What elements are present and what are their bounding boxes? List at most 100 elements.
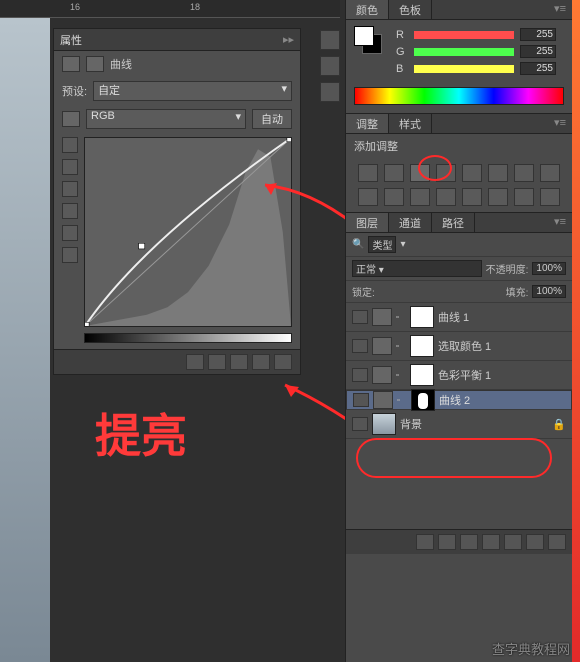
threshold-icon[interactable] xyxy=(488,188,508,206)
prev-state-icon[interactable] xyxy=(208,354,226,370)
eyedropper-black-icon[interactable] xyxy=(62,137,78,153)
flyout-icon[interactable]: ▾≡ xyxy=(548,0,572,19)
layer-row[interactable]: ⬞ 选取颜色 1 xyxy=(346,332,572,361)
posterize-icon[interactable] xyxy=(462,188,482,206)
tab-styles[interactable]: 样式 xyxy=(389,114,432,133)
properties-header[interactable]: 属性 ▸▸ xyxy=(54,29,300,51)
layer-name[interactable]: 背景 xyxy=(400,416,422,432)
eye-icon[interactable] xyxy=(353,393,369,407)
canvas-image[interactable] xyxy=(0,18,50,662)
pencil-icon[interactable] xyxy=(62,225,78,241)
brightness-icon[interactable] xyxy=(358,164,378,182)
hue-icon[interactable] xyxy=(488,164,508,182)
smooth-icon[interactable] xyxy=(62,247,78,263)
mask-icon[interactable] xyxy=(460,534,478,550)
dock-icon[interactable] xyxy=(320,30,340,50)
invert-icon[interactable] xyxy=(436,188,456,206)
tab-layers[interactable]: 图层 xyxy=(346,213,389,232)
eyedropper-gray-icon[interactable] xyxy=(62,159,78,175)
layer-thumb[interactable] xyxy=(372,413,396,435)
eyedropper-icon[interactable] xyxy=(62,111,80,127)
new-adjust-icon[interactable] xyxy=(482,534,500,550)
levels-icon[interactable] xyxy=(384,164,404,182)
filter-type-icon[interactable] xyxy=(449,238,465,252)
layer-name[interactable]: 曲线 1 xyxy=(438,309,469,325)
layer-row[interactable]: ⬞ 色彩平衡 1 xyxy=(346,361,572,390)
filter-type[interactable]: 类型 xyxy=(368,236,396,253)
channel-select[interactable]: RGB ▾ xyxy=(86,109,246,129)
layer-row-selected[interactable]: ⬞ 曲线 2 xyxy=(346,390,572,410)
tab-paths[interactable]: 路径 xyxy=(432,213,475,232)
reset-icon[interactable] xyxy=(230,354,248,370)
eye-icon[interactable] xyxy=(352,417,368,431)
foreground-background[interactable] xyxy=(354,26,382,54)
red-slider[interactable] xyxy=(414,31,514,39)
channel-mixer-icon[interactable] xyxy=(384,188,404,206)
gradient-map-icon[interactable] xyxy=(514,188,534,206)
trash-icon[interactable] xyxy=(548,534,566,550)
photo-filter-icon[interactable] xyxy=(358,188,378,206)
layer-row[interactable]: 背景 🔒 xyxy=(346,410,572,439)
trash-icon[interactable] xyxy=(274,354,292,370)
eye-icon[interactable] xyxy=(352,339,368,353)
layer-mask[interactable] xyxy=(410,364,434,386)
search-icon[interactable]: 🔍 xyxy=(352,239,364,250)
channel-g-label: G xyxy=(396,46,408,58)
fx-icon[interactable] xyxy=(438,534,456,550)
selective-color-icon[interactable] xyxy=(540,188,560,206)
lookup-icon[interactable] xyxy=(410,188,430,206)
bw-icon[interactable] xyxy=(540,164,560,182)
lock-all-icon[interactable] xyxy=(433,285,447,299)
tab-channels[interactable]: 通道 xyxy=(389,213,432,232)
on-image-tool-icon[interactable] xyxy=(62,203,78,219)
link-layers-icon[interactable] xyxy=(416,534,434,550)
tab-adjust[interactable]: 调整 xyxy=(346,114,389,133)
eye-icon[interactable] xyxy=(352,368,368,382)
layer-name[interactable]: 色彩平衡 1 xyxy=(438,367,491,383)
flyout-icon[interactable]: ▾≡ xyxy=(548,114,572,133)
group-icon[interactable] xyxy=(504,534,522,550)
lock-pos-icon[interactable] xyxy=(415,285,429,299)
curves-graph[interactable] xyxy=(84,137,292,327)
foreground-color[interactable] xyxy=(354,26,374,46)
dock-icon[interactable] xyxy=(320,82,340,102)
new-layer-icon[interactable] xyxy=(526,534,544,550)
exposure-icon[interactable] xyxy=(436,164,456,182)
layer-mask[interactable] xyxy=(410,335,434,357)
filter-shape-icon[interactable] xyxy=(469,238,485,252)
tab-swatches[interactable]: 色板 xyxy=(389,0,432,19)
color-spectrum[interactable] xyxy=(354,87,564,105)
lock-trans-icon[interactable] xyxy=(379,285,393,299)
curves-adjust-icon[interactable] xyxy=(410,164,430,182)
layer-name[interactable]: 曲线 2 xyxy=(439,392,470,408)
curves-label: 曲线 xyxy=(110,56,132,72)
opacity-value[interactable]: 100% xyxy=(532,262,566,275)
filter-adjust-icon[interactable] xyxy=(429,238,445,252)
layer-mask[interactable] xyxy=(411,389,435,411)
dock-icon[interactable] xyxy=(320,56,340,76)
blend-mode-select[interactable]: 正常 ▾ xyxy=(352,260,482,277)
lock-pixel-icon[interactable] xyxy=(397,285,411,299)
filter-smart-icon[interactable] xyxy=(489,238,505,252)
layer-row[interactable]: ⬞ 曲线 1 xyxy=(346,303,572,332)
filter-pixel-icon[interactable] xyxy=(409,238,425,252)
color-balance-icon[interactable] xyxy=(514,164,534,182)
blue-value[interactable]: 255 xyxy=(520,62,556,75)
red-value[interactable]: 255 xyxy=(520,28,556,41)
tab-color[interactable]: 颜色 xyxy=(346,0,389,19)
layer-mask[interactable] xyxy=(410,306,434,328)
auto-button[interactable]: 自动 xyxy=(252,109,292,129)
blue-slider[interactable] xyxy=(414,65,514,73)
flyout-icon[interactable]: ▸▸ xyxy=(283,33,294,46)
eye-icon[interactable] xyxy=(352,310,368,324)
green-slider[interactable] xyxy=(414,48,514,56)
visibility-icon[interactable] xyxy=(252,354,270,370)
clip-icon[interactable] xyxy=(186,354,204,370)
vibrance-icon[interactable] xyxy=(462,164,482,182)
preset-select[interactable]: 自定 ▾ xyxy=(93,81,292,101)
layer-name[interactable]: 选取颜色 1 xyxy=(438,338,491,354)
flyout-icon[interactable]: ▾≡ xyxy=(548,213,572,232)
green-value[interactable]: 255 xyxy=(520,45,556,58)
fill-value[interactable]: 100% xyxy=(532,285,566,298)
eyedropper-white-icon[interactable] xyxy=(62,181,78,197)
